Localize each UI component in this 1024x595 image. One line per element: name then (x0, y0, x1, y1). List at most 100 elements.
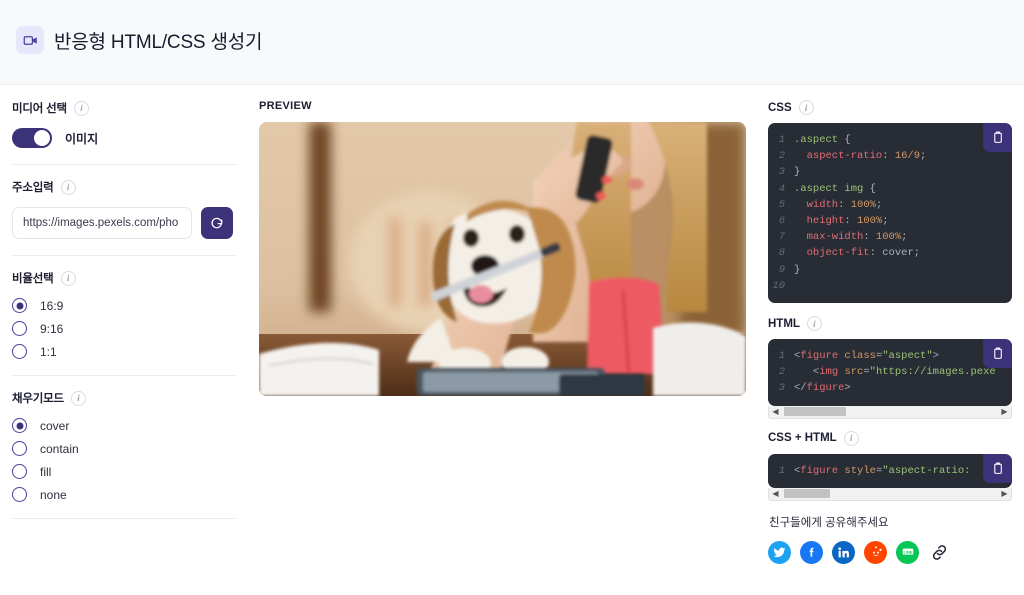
code-text: <figure class="aspect"> (794, 350, 939, 363)
code-text: <figure style="aspect-ratio: (794, 464, 971, 477)
line-number: 10 (772, 279, 785, 292)
code-line: 7 max-width: 100%; (768, 229, 1012, 245)
line-number: 8 (778, 247, 785, 260)
line-number: 3 (778, 382, 785, 395)
info-icon[interactable]: i (843, 430, 859, 446)
code-line: 8 object-fit: cover; (768, 245, 1012, 261)
info-icon[interactable]: i (806, 316, 822, 332)
svg-text:LINE: LINE (903, 550, 912, 555)
scroll-left-icon[interactable]: ◀ (769, 407, 782, 416)
info-icon[interactable]: i (70, 390, 86, 406)
share-title: 친구들에게 공유해주세요 (769, 516, 889, 529)
ratio-option-16-9[interactable]: 16:9 (12, 298, 237, 313)
share-line-icon[interactable]: LINE (896, 540, 919, 564)
toggle-knob (34, 130, 50, 146)
fill-mode-option-fill[interactable]: fill (12, 464, 237, 479)
radio-indicator (12, 487, 27, 502)
fill-mode-option-contain[interactable]: contain (12, 441, 237, 456)
line-number: 6 (778, 215, 785, 228)
line-number: 2 (778, 150, 785, 163)
line-number: 3 (778, 166, 785, 179)
code-line: 6 height: 100%; (768, 213, 1012, 229)
css-html-code-scrollbar[interactable]: ◀ ▶ (768, 487, 1012, 501)
media-select-label: 미디어 선택 i (12, 100, 237, 116)
html-code-scrollbar[interactable]: ◀ ▶ (768, 405, 1012, 419)
scroll-right-icon[interactable]: ▶ (998, 407, 1011, 416)
ratio-option-1-1[interactable]: 1:1 (12, 344, 237, 359)
line-number: 9 (778, 263, 785, 276)
media-type-toggle[interactable] (12, 128, 52, 148)
code-line: 4 .aspect img { (768, 181, 1012, 197)
info-icon[interactable]: i (60, 270, 76, 286)
fill-mode-radio-group: cover contain fill none (12, 418, 237, 502)
code-text: <img src="https://images.pexe (794, 366, 996, 379)
radio-indicator (12, 344, 27, 359)
share-linkedin-icon[interactable] (832, 540, 855, 564)
code-line: 9} (768, 262, 1012, 278)
preview-image (259, 122, 746, 396)
page-title: 반응형 HTML/CSS 생성기 (54, 31, 263, 53)
code-text: } (794, 263, 801, 276)
ratio-option-label: 16:9 (40, 298, 64, 313)
code-line: 5 width: 100%; (768, 197, 1012, 213)
code-line: 3} (768, 164, 1012, 180)
radio-indicator (12, 464, 27, 479)
info-icon[interactable]: i (60, 179, 76, 195)
line-number: 5 (778, 198, 785, 211)
preview-label: PREVIEW (259, 100, 312, 112)
css-html-panel-label-text: CSS + HTML (768, 432, 837, 445)
code-line: 10 (768, 278, 1012, 294)
share-facebook-icon[interactable] (800, 540, 823, 564)
preview-section: PREVIEW (259, 100, 746, 396)
divider (12, 255, 237, 256)
app-root: 반응형 HTML/CSS 생성기 미디어 선택 i 이미지 주소입력 i htt… (0, 0, 1024, 595)
scrollbar-track[interactable] (782, 406, 998, 417)
copy-link-icon[interactable] (928, 541, 951, 564)
copy-css-button[interactable] (983, 123, 1012, 152)
share-reddit-icon[interactable] (864, 540, 887, 564)
scrollbar-thumb[interactable] (784, 407, 846, 417)
url-input-label-text: 주소입력 (12, 182, 54, 194)
media-select-label-text: 미디어 선택 (12, 103, 67, 115)
scrollbar-track[interactable] (782, 488, 998, 499)
code-text: } (794, 166, 801, 179)
share-twitter-icon[interactable] (768, 540, 791, 564)
sidebar: 미디어 선택 i 이미지 주소입력 i 비율선택 i (12, 100, 237, 533)
copy-html-button[interactable] (983, 339, 1012, 369)
line-number: 1 (778, 350, 785, 363)
ratio-radio-group: 16:9 9:16 1:1 (12, 298, 237, 359)
line-number: 1 (778, 464, 785, 477)
radio-indicator (12, 321, 27, 336)
ratio-option-label: 9:16 (40, 321, 64, 336)
divider (12, 518, 237, 519)
scroll-right-icon[interactable]: ▶ (998, 489, 1011, 498)
ratio-option-9-16[interactable]: 9:16 (12, 321, 237, 336)
scrollbar-thumb[interactable] (784, 489, 830, 499)
divider (12, 375, 237, 376)
line-number: 7 (778, 231, 785, 244)
radio-indicator (12, 441, 27, 456)
fill-mode-option-none[interactable]: none (12, 487, 237, 502)
url-input[interactable] (12, 207, 192, 239)
copy-css-html-button[interactable] (983, 453, 1012, 483)
app-header: 반응형 HTML/CSS 생성기 (0, 0, 1024, 85)
code-line: 2 aspect-ratio: 16/9; (768, 148, 1012, 164)
scroll-left-icon[interactable]: ◀ (769, 489, 782, 498)
share-buttons: LINE (768, 540, 1012, 564)
code-panels: CSS i 1 .aspect {2 aspect-ratio: 16/9; 3} 4… (768, 100, 1012, 564)
code-line: 1 .aspect { (768, 132, 1012, 148)
html-panel-label: HTML i (768, 316, 1012, 332)
info-icon[interactable]: i (73, 100, 89, 116)
code-line: 3 </figure> (768, 380, 1012, 396)
fill-mode-option-label: fill (40, 464, 52, 479)
code-text: .aspect img { (794, 182, 876, 195)
fill-mode-option-cover[interactable]: cover (12, 418, 237, 433)
code-text: width: 100%; (794, 198, 883, 211)
css-panel-label: CSS i (768, 100, 1012, 115)
video-camera-icon (16, 26, 44, 54)
fill-mode-option-label: none (40, 487, 67, 502)
fill-mode-label-text: 채우기모드 (12, 393, 64, 405)
html-code-block: 1 <figure class="aspect"> 2 <img src="http… (768, 339, 1012, 406)
refresh-button[interactable] (201, 207, 233, 239)
info-icon[interactable]: i (798, 100, 814, 115)
